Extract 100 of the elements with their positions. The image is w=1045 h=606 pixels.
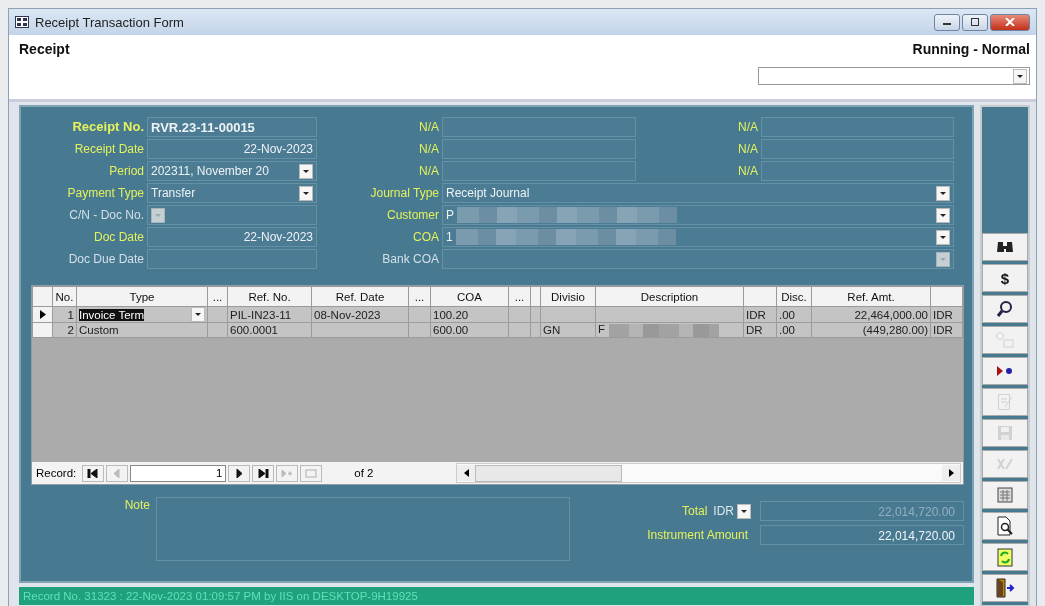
column-header: COA	[457, 290, 482, 303]
field-label: N/A	[418, 119, 440, 136]
table-cell: 100.20	[433, 308, 469, 321]
column-header: Divisio	[551, 290, 585, 303]
dropdown-button[interactable]	[936, 229, 950, 245]
close-icon	[1005, 18, 1015, 26]
status-bar: Record No. 31323 : 22-Nov-2023 01:09:57 PM by IIS on DESKTOP-9H19925	[19, 587, 974, 605]
field-label: Customer	[386, 207, 440, 224]
input-field[interactable]: 202311, November 20	[147, 161, 317, 181]
field-label: N/A	[418, 163, 440, 180]
field-label: COA	[412, 229, 440, 246]
table-cell: 1	[67, 308, 74, 321]
field-label: Note	[123, 497, 151, 514]
field-label: Doc Date	[92, 229, 145, 246]
column-header: Ref. Date	[335, 290, 385, 303]
input-field[interactable]	[442, 117, 636, 137]
first-record-button[interactable]	[82, 464, 105, 482]
table-cell: 600.0001	[230, 324, 278, 336]
column-header: ...	[414, 290, 425, 303]
field-label: Receipt No.	[71, 118, 145, 136]
field-label: C/N - Doc No.	[68, 207, 145, 224]
combo-field[interactable]: 1	[442, 227, 954, 247]
horizontal-scrollbar[interactable]	[456, 463, 961, 483]
field-label: Payment Type	[66, 185, 145, 202]
amount-field[interactable]: 22,014,720.00	[760, 525, 964, 545]
filter-icon	[305, 468, 318, 478]
column-header: Type	[129, 290, 155, 303]
mode-label: Running - Normal	[912, 41, 1030, 57]
table-cell: Custom	[79, 324, 119, 336]
column-header: Ref. No.	[248, 290, 291, 303]
document-edit-icon	[997, 393, 1013, 411]
dropdown-button[interactable]	[936, 207, 950, 223]
input-field[interactable]	[761, 139, 954, 159]
new-record-icon	[281, 468, 294, 478]
input-field[interactable]	[442, 139, 636, 159]
record-count: of 2	[354, 467, 375, 479]
dropdown-button[interactable]	[936, 185, 950, 201]
note-field[interactable]	[156, 497, 570, 561]
binoculars-icon	[996, 240, 1014, 254]
next-record-button[interactable]	[228, 464, 251, 482]
maximize-icon	[970, 18, 980, 26]
input-field[interactable]	[147, 205, 317, 225]
table-cell: 22,464,000.00	[854, 308, 928, 321]
currency-button[interactable]: $	[982, 264, 1028, 292]
record-label: Record:	[36, 467, 77, 479]
field-label: Receipt Date	[73, 141, 145, 158]
arrow-dot-icon	[996, 366, 1014, 376]
scroll-left-icon	[463, 469, 469, 477]
field-label: Journal Type	[369, 185, 440, 202]
input-field[interactable]	[147, 249, 317, 269]
dropdown-button[interactable]	[191, 307, 205, 322]
minimize-button[interactable]	[934, 13, 960, 31]
preview-icon	[996, 516, 1014, 536]
input-field[interactable]: RVR.23-11-00015	[147, 117, 317, 137]
table-icon	[997, 487, 1013, 503]
field-label: Period	[108, 163, 145, 180]
toolbar-button[interactable]	[982, 357, 1028, 385]
close-button[interactable]	[990, 13, 1030, 31]
toolbar-button[interactable]	[982, 574, 1028, 602]
table-cell[interactable]: Invoice Term	[79, 308, 144, 321]
toolbar-button[interactable]	[982, 295, 1028, 323]
mode-dropdown[interactable]	[758, 67, 1030, 85]
last-record-icon	[257, 468, 270, 478]
maximize-button[interactable]	[962, 13, 988, 31]
first-record-icon	[87, 468, 100, 478]
dropdown-button[interactable]	[299, 185, 313, 201]
save-icon	[997, 425, 1013, 441]
table-cell: 2	[67, 324, 74, 336]
toolbar-button[interactable]	[982, 512, 1028, 540]
input-field[interactable]: Transfer	[147, 183, 317, 203]
dropdown-button[interactable]	[737, 503, 751, 519]
field-label: Total	[681, 503, 709, 520]
last-record-button[interactable]	[252, 464, 275, 482]
table-cell: IDR	[933, 308, 953, 321]
dropdown-button[interactable]	[299, 163, 313, 179]
table-cell: GN	[543, 324, 561, 336]
column-header: No.	[55, 290, 74, 303]
table-cell: DR	[746, 324, 763, 336]
input-field[interactable]	[761, 117, 954, 137]
table-cell: .00	[779, 324, 795, 336]
input-field[interactable]	[442, 161, 636, 181]
input-field[interactable]: 22-Nov-2023	[147, 227, 317, 247]
toolbar-button[interactable]	[982, 233, 1028, 261]
table-cell: IDR	[746, 308, 766, 321]
form-icon	[15, 16, 29, 28]
currency-value: IDR	[713, 504, 734, 518]
field-label: Doc Due Date	[67, 251, 145, 268]
field-label: N/A	[737, 163, 759, 180]
combo-field[interactable]: P	[442, 205, 954, 225]
record-number-field[interactable]: 1	[130, 464, 227, 482]
field-label: N/A	[737, 119, 759, 136]
input-field[interactable]	[761, 161, 954, 181]
column-header: Disc.	[781, 290, 807, 303]
combo-field[interactable]: Receipt Journal	[442, 183, 954, 203]
input-field[interactable]: 22-Nov-2023	[147, 139, 317, 159]
column-header: ...	[212, 290, 223, 303]
field-label: Instrument Amount	[647, 527, 749, 544]
column-header: Description	[640, 290, 699, 303]
table-cell: PIL-IN23-11	[230, 308, 292, 321]
table-cell: F	[598, 323, 606, 336]
